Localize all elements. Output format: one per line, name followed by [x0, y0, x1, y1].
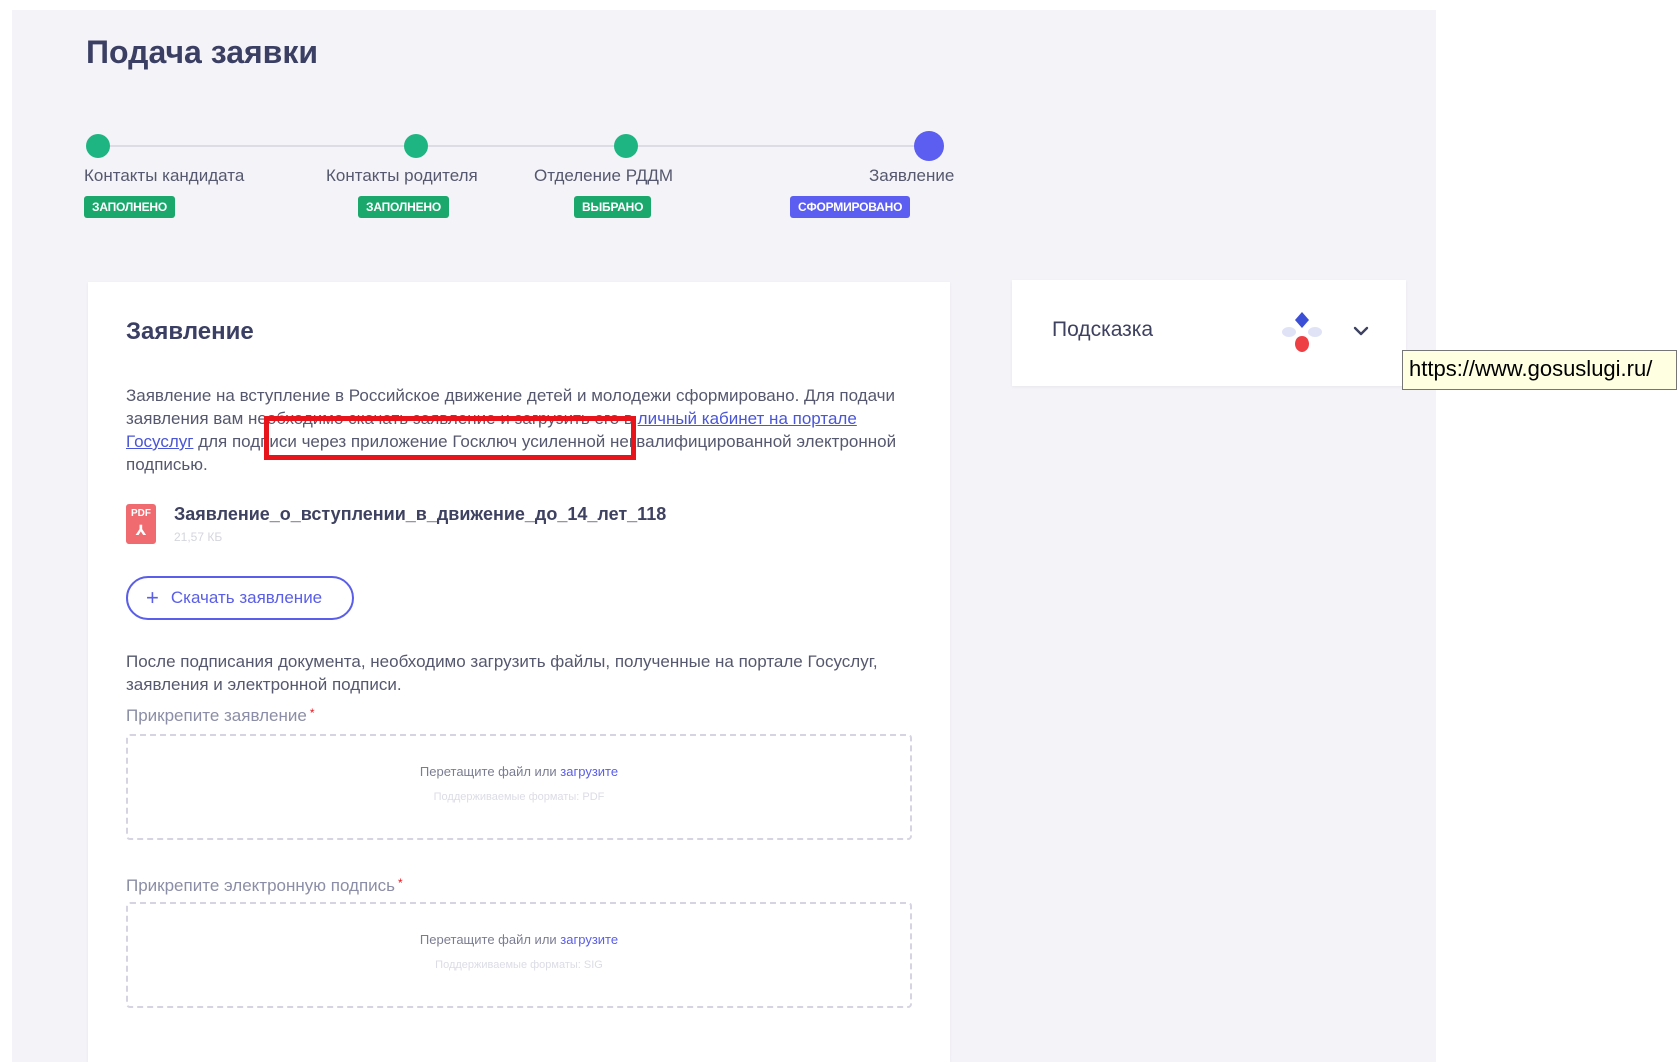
step-label: Контакты кандидата: [84, 166, 245, 185]
supported-formats: Поддерживаемые форматы: PDF: [433, 791, 605, 803]
status-badge: ЗАПОЛНЕНО: [84, 196, 175, 218]
file-size: 21,57 КБ: [174, 530, 223, 544]
after-sign-instructions: После подписания документа, необходимо з…: [126, 652, 878, 694]
card-title: Заявление: [126, 318, 254, 345]
link-url-tooltip: https://www.gosuslugi.ru/: [1402, 350, 1677, 390]
status-badge: ВЫБРАНО: [574, 196, 652, 218]
status-badge: СФОРМИРОВАНО: [790, 196, 911, 218]
upload-link[interactable]: загрузите: [560, 764, 618, 779]
stepper-line: [98, 145, 940, 147]
dropzone-text: Перетащите файл или загрузите: [128, 932, 910, 947]
statement-dropzone[interactable]: Перетащите файл или загрузите Поддержива…: [126, 734, 912, 840]
signature-dropzone[interactable]: Перетащите файл или загрузите Поддержива…: [126, 902, 912, 1008]
page-title: Подача заявки: [86, 34, 319, 70]
link-highlight-frame: [264, 416, 636, 460]
statement-card: Заявление Заявление на вступление в Росс…: [88, 282, 950, 1062]
hint-title: Подсказка: [1052, 318, 1154, 341]
download-button-label: Скачать заявление: [170, 588, 323, 607]
step-current-dot: [914, 131, 944, 161]
plus-icon: +: [146, 585, 159, 610]
attach-signature-label: Прикрепите электронную подпись *: [126, 876, 403, 896]
chevron-down-icon[interactable]: [1350, 320, 1372, 342]
supported-formats: Поддерживаемые форматы: SIG: [435, 959, 603, 971]
field-label-text: Прикрепите заявление: [126, 706, 307, 725]
step-complete-dot: [404, 134, 428, 158]
attach-statement-label: Прикрепите заявление *: [126, 706, 314, 726]
drop-text: Перетащите файл или: [419, 932, 557, 947]
pdf-icon: PDF ⅄: [126, 504, 156, 544]
step-label: Отделение РДДМ: [534, 166, 674, 185]
hint-panel[interactable]: Подсказка: [1012, 280, 1406, 386]
file-name[interactable]: Заявление_о_вступлении_в_движение_до_14_…: [174, 504, 666, 525]
step-complete-dot: [614, 134, 638, 158]
required-mark: *: [398, 876, 403, 890]
required-mark: *: [309, 706, 315, 720]
drop-text: Перетащите файл или: [419, 764, 557, 779]
progress-stepper: Контакты кандидата ЗАПОЛНЕНО Контакты ро…: [84, 130, 955, 230]
generated-file: PDF ⅄ Заявление_о_вступлении_в_движение_…: [126, 502, 926, 552]
field-label-text: Прикрепите электронную подпись: [126, 876, 396, 895]
step-label: Заявление: [869, 166, 955, 185]
gosuslugi-logo-icon: [1282, 312, 1322, 352]
pdf-icon-label: PDF: [131, 508, 151, 519]
step-complete-dot: [86, 134, 110, 158]
dropzone-text: Перетащите файл или загрузите: [128, 764, 910, 779]
download-statement-button[interactable]: + Скачать заявление: [126, 576, 354, 620]
status-badge: ЗАПОЛНЕНО: [358, 196, 449, 218]
step-label: Контакты родителя: [326, 166, 478, 185]
acrobat-glyph-icon: ⅄: [135, 522, 147, 538]
upload-link[interactable]: загрузите: [560, 932, 618, 947]
